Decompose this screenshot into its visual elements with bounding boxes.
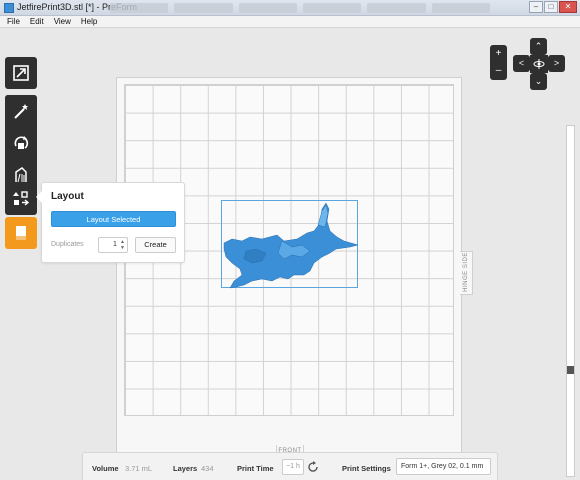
print-time-label: Print Time: [237, 464, 274, 473]
minimize-button[interactable]: –: [529, 1, 543, 13]
supports-icon: [15, 167, 27, 183]
tool-print[interactable]: [5, 217, 37, 249]
hinge-side-label: HINGE SIDE: [463, 252, 469, 292]
app-icon: [4, 3, 14, 13]
refresh-icon[interactable]: [306, 460, 320, 474]
nav-down-button[interactable]: ⌄: [530, 73, 547, 90]
navigation-pad: ⌃ < > ⌄: [513, 38, 565, 90]
layers-value: 434: [201, 464, 214, 473]
nav-left-button[interactable]: <: [513, 55, 530, 72]
hinge-side-tab: HINGE SIDE: [460, 251, 473, 295]
duplicates-value: 1: [113, 241, 117, 248]
home-view-icon: [533, 59, 545, 69]
print-settings-value[interactable]: Form 1+, Grey 02, 0.1 mm: [396, 458, 491, 475]
vertical-scrollbar[interactable]: [566, 125, 575, 477]
tool-magic-wand[interactable]: [5, 95, 37, 127]
menu-file[interactable]: File: [7, 16, 20, 27]
print-time-value: ~1 h: [282, 459, 304, 475]
jetfire-model[interactable]: [222, 201, 359, 289]
scrollbar-thumb[interactable]: [567, 364, 574, 374]
title-bar: JetfirePrint3D.stl [*] - PreForm – □ ✕: [0, 0, 580, 16]
model-bounding-box[interactable]: [221, 200, 359, 289]
tool-rotate[interactable]: [5, 127, 37, 159]
taskbar-tabs: [110, 3, 490, 13]
home-view-button[interactable]: [530, 55, 548, 73]
tool-expand[interactable]: [5, 57, 37, 89]
menu-help[interactable]: Help: [81, 16, 97, 27]
zoom-in-button[interactable]: +: [490, 45, 507, 62]
tool-layout[interactable]: [5, 183, 37, 215]
expand-icon: [13, 65, 29, 81]
rotate-icon: [14, 136, 29, 149]
create-button[interactable]: Create: [135, 237, 176, 253]
menu-edit[interactable]: Edit: [30, 16, 44, 27]
layers-label: Layers: [173, 464, 198, 473]
print-icon: [16, 226, 26, 240]
menu-bar: File Edit View Help: [0, 16, 580, 28]
print-settings-label: Print Settings: [342, 464, 391, 473]
close-button[interactable]: ✕: [559, 1, 577, 13]
zoom-out-button[interactable]: –: [490, 62, 507, 79]
menu-view[interactable]: View: [54, 16, 71, 27]
maximize-button[interactable]: □: [544, 1, 558, 13]
status-bar: Volume 3.71 mL Layers 434 Print Time ~1 …: [82, 452, 498, 480]
3d-viewport[interactable]: FRONT HINGE SIDE Layout Layout Selected …: [0, 29, 580, 480]
panel-title: Layout: [51, 191, 84, 202]
stepper-arrows-icon[interactable]: ▲ ▼: [120, 239, 125, 251]
volume-label: Volume: [92, 464, 119, 473]
layout-icon: [13, 191, 30, 206]
nav-right-button[interactable]: >: [548, 55, 565, 72]
volume-value: 3.71 mL: [125, 464, 153, 473]
magic-wand-icon: [14, 104, 28, 119]
zoom-controls: + –: [490, 45, 507, 80]
layout-selected-button[interactable]: Layout Selected: [51, 211, 176, 227]
duplicates-stepper[interactable]: 1 ▲ ▼: [98, 237, 128, 253]
nav-up-button[interactable]: ⌃: [530, 38, 547, 55]
layout-panel: Layout Layout Selected Duplicates 1 ▲ ▼ C…: [36, 182, 185, 263]
duplicates-label: Duplicates: [51, 241, 84, 248]
